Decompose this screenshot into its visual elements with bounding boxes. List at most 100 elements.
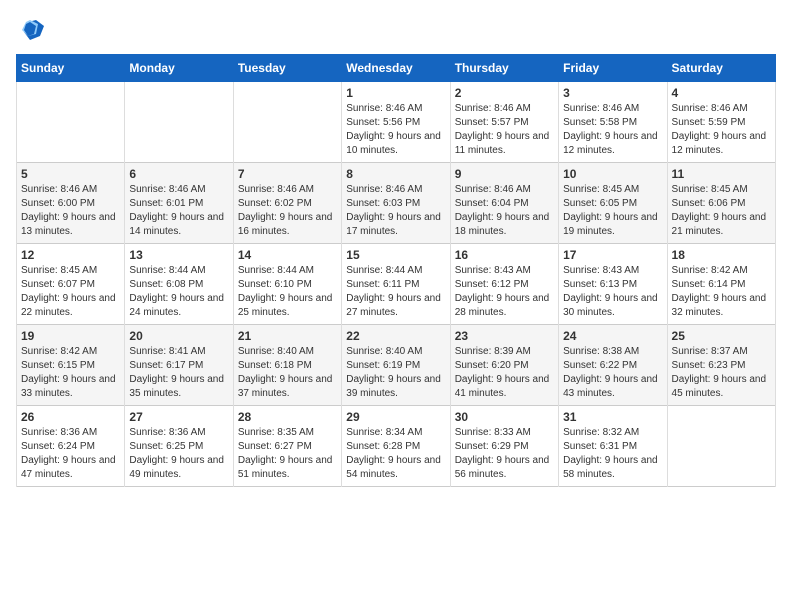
- calendar-cell: 19 Sunrise: 8:42 AM Sunset: 6:15 PM Dayli…: [17, 325, 125, 406]
- cell-info: Sunrise: 8:33 AM Sunset: 6:29 PM Dayligh…: [455, 426, 554, 482]
- cell-info: Sunrise: 8:46 AM Sunset: 6:03 PM Dayligh…: [346, 183, 445, 239]
- cell-info: Sunrise: 8:44 AM Sunset: 6:10 PM Dayligh…: [238, 264, 337, 320]
- cell-info: Sunrise: 8:42 AM Sunset: 6:15 PM Dayligh…: [21, 345, 120, 401]
- day-number: 16: [455, 248, 554, 262]
- calendar-cell: 2 Sunrise: 8:46 AM Sunset: 5:57 PM Daylig…: [450, 82, 558, 163]
- day-number: 31: [563, 410, 662, 424]
- header: [16, 16, 776, 44]
- calendar-cell: 30 Sunrise: 8:33 AM Sunset: 6:29 PM Dayli…: [450, 406, 558, 487]
- calendar-cell: [125, 82, 233, 163]
- day-number: 28: [238, 410, 337, 424]
- cell-info: Sunrise: 8:43 AM Sunset: 6:13 PM Dayligh…: [563, 264, 662, 320]
- header-row: SundayMondayTuesdayWednesdayThursdayFrid…: [17, 55, 776, 82]
- calendar-cell: 23Sunrise: 8:39 AM Sunset: 6:20 PM Dayli…: [450, 325, 558, 406]
- week-row-1: 1 Sunrise: 8:46 AM Sunset: 5:56 PM Daylig…: [17, 82, 776, 163]
- day-header-monday: Monday: [125, 55, 233, 82]
- day-number: 26: [21, 410, 120, 424]
- cell-info: Sunrise: 8:45 AM Sunset: 6:07 PM Dayligh…: [21, 264, 120, 320]
- page-container: SundayMondayTuesdayWednesdayThursdayFrid…: [0, 0, 792, 497]
- calendar-cell: [233, 82, 341, 163]
- day-number: 14: [238, 248, 337, 262]
- calendar-cell: [667, 406, 775, 487]
- day-header-friday: Friday: [559, 55, 667, 82]
- day-number: 3: [563, 86, 662, 100]
- cell-info: Sunrise: 8:44 AM Sunset: 6:11 PM Dayligh…: [346, 264, 445, 320]
- day-number: 23: [455, 329, 554, 343]
- cell-info: Sunrise: 8:32 AM Sunset: 6:31 PM Dayligh…: [563, 426, 662, 482]
- calendar-cell: 28 Sunrise: 8:35 AM Sunset: 6:27 PM Dayli…: [233, 406, 341, 487]
- cell-info: Sunrise: 8:46 AM Sunset: 5:56 PM Dayligh…: [346, 102, 445, 158]
- calendar-cell: 18 Sunrise: 8:42 AM Sunset: 6:14 PM Dayli…: [667, 244, 775, 325]
- calendar-cell: 27Sunrise: 8:36 AM Sunset: 6:25 PM Dayli…: [125, 406, 233, 487]
- calendar-table: SundayMondayTuesdayWednesdayThursdayFrid…: [16, 54, 776, 487]
- day-number: 29: [346, 410, 445, 424]
- day-number: 8: [346, 167, 445, 181]
- day-number: 22: [346, 329, 445, 343]
- calendar-cell: 4 Sunrise: 8:46 AM Sunset: 5:59 PM Daylig…: [667, 82, 775, 163]
- cell-info: Sunrise: 8:45 AM Sunset: 6:05 PM Dayligh…: [563, 183, 662, 239]
- day-number: 19: [21, 329, 120, 343]
- cell-info: Sunrise: 8:40 AM Sunset: 6:19 PM Dayligh…: [346, 345, 445, 401]
- calendar-body: 1 Sunrise: 8:46 AM Sunset: 5:56 PM Daylig…: [17, 82, 776, 487]
- week-row-3: 12 Sunrise: 8:45 AM Sunset: 6:07 PM Dayli…: [17, 244, 776, 325]
- calendar-cell: 11Sunrise: 8:45 AM Sunset: 6:06 PM Dayli…: [667, 163, 775, 244]
- calendar-cell: 16 Sunrise: 8:43 AM Sunset: 6:12 PM Dayli…: [450, 244, 558, 325]
- cell-info: Sunrise: 8:35 AM Sunset: 6:27 PM Dayligh…: [238, 426, 337, 482]
- day-number: 20: [129, 329, 228, 343]
- day-number: 6: [129, 167, 228, 181]
- day-number: 30: [455, 410, 554, 424]
- day-header-thursday: Thursday: [450, 55, 558, 82]
- calendar-cell: 29 Sunrise: 8:34 AM Sunset: 6:28 PM Dayli…: [342, 406, 450, 487]
- day-number: 4: [672, 86, 771, 100]
- cell-info: Sunrise: 8:46 AM Sunset: 6:00 PM Dayligh…: [21, 183, 120, 239]
- cell-info: Sunrise: 8:42 AM Sunset: 6:14 PM Dayligh…: [672, 264, 771, 320]
- logo: [16, 16, 48, 44]
- cell-info: Sunrise: 8:34 AM Sunset: 6:28 PM Dayligh…: [346, 426, 445, 482]
- day-number: 24: [563, 329, 662, 343]
- calendar-cell: 26 Sunrise: 8:36 AM Sunset: 6:24 PM Dayli…: [17, 406, 125, 487]
- cell-info: Sunrise: 8:46 AM Sunset: 6:01 PM Dayligh…: [129, 183, 228, 239]
- calendar-cell: 24 Sunrise: 8:38 AM Sunset: 6:22 PM Dayli…: [559, 325, 667, 406]
- calendar-cell: 14 Sunrise: 8:44 AM Sunset: 6:10 PM Dayli…: [233, 244, 341, 325]
- calendar-cell: 7 Sunrise: 8:46 AM Sunset: 6:02 PM Daylig…: [233, 163, 341, 244]
- calendar-cell: 6 Sunrise: 8:46 AM Sunset: 6:01 PM Daylig…: [125, 163, 233, 244]
- day-number: 11: [672, 167, 771, 181]
- day-number: 12: [21, 248, 120, 262]
- cell-info: Sunrise: 8:46 AM Sunset: 6:02 PM Dayligh…: [238, 183, 337, 239]
- calendar-cell: 15Sunrise: 8:44 AM Sunset: 6:11 PM Dayli…: [342, 244, 450, 325]
- day-number: 27: [129, 410, 228, 424]
- calendar-header: SundayMondayTuesdayWednesdayThursdayFrid…: [17, 55, 776, 82]
- week-row-2: 5 Sunrise: 8:46 AM Sunset: 6:00 PM Daylig…: [17, 163, 776, 244]
- cell-info: Sunrise: 8:37 AM Sunset: 6:23 PM Dayligh…: [672, 345, 771, 401]
- day-number: 18: [672, 248, 771, 262]
- calendar-cell: 13Sunrise: 8:44 AM Sunset: 6:08 PM Dayli…: [125, 244, 233, 325]
- day-number: 7: [238, 167, 337, 181]
- cell-info: Sunrise: 8:46 AM Sunset: 5:59 PM Dayligh…: [672, 102, 771, 158]
- week-row-5: 26 Sunrise: 8:36 AM Sunset: 6:24 PM Dayli…: [17, 406, 776, 487]
- day-number: 17: [563, 248, 662, 262]
- week-row-4: 19 Sunrise: 8:42 AM Sunset: 6:15 PM Dayli…: [17, 325, 776, 406]
- calendar-cell: 25Sunrise: 8:37 AM Sunset: 6:23 PM Dayli…: [667, 325, 775, 406]
- cell-info: Sunrise: 8:40 AM Sunset: 6:18 PM Dayligh…: [238, 345, 337, 401]
- calendar-cell: 8 Sunrise: 8:46 AM Sunset: 6:03 PM Daylig…: [342, 163, 450, 244]
- cell-info: Sunrise: 8:38 AM Sunset: 6:22 PM Dayligh…: [563, 345, 662, 401]
- day-number: 1: [346, 86, 445, 100]
- cell-info: Sunrise: 8:43 AM Sunset: 6:12 PM Dayligh…: [455, 264, 554, 320]
- calendar-cell: 31 Sunrise: 8:32 AM Sunset: 6:31 PM Dayli…: [559, 406, 667, 487]
- calendar-cell: [17, 82, 125, 163]
- cell-info: Sunrise: 8:46 AM Sunset: 5:57 PM Dayligh…: [455, 102, 554, 158]
- calendar-cell: 10 Sunrise: 8:45 AM Sunset: 6:05 PM Dayli…: [559, 163, 667, 244]
- day-number: 5: [21, 167, 120, 181]
- cell-info: Sunrise: 8:46 AM Sunset: 5:58 PM Dayligh…: [563, 102, 662, 158]
- calendar-cell: 12 Sunrise: 8:45 AM Sunset: 6:07 PM Dayli…: [17, 244, 125, 325]
- calendar-cell: 21Sunrise: 8:40 AM Sunset: 6:18 PM Dayli…: [233, 325, 341, 406]
- day-header-tuesday: Tuesday: [233, 55, 341, 82]
- logo-icon: [16, 16, 44, 44]
- cell-info: Sunrise: 8:36 AM Sunset: 6:24 PM Dayligh…: [21, 426, 120, 482]
- calendar-cell: 20Sunrise: 8:41 AM Sunset: 6:17 PM Dayli…: [125, 325, 233, 406]
- cell-info: Sunrise: 8:44 AM Sunset: 6:08 PM Dayligh…: [129, 264, 228, 320]
- day-number: 9: [455, 167, 554, 181]
- calendar-cell: 5 Sunrise: 8:46 AM Sunset: 6:00 PM Daylig…: [17, 163, 125, 244]
- day-number: 2: [455, 86, 554, 100]
- day-number: 10: [563, 167, 662, 181]
